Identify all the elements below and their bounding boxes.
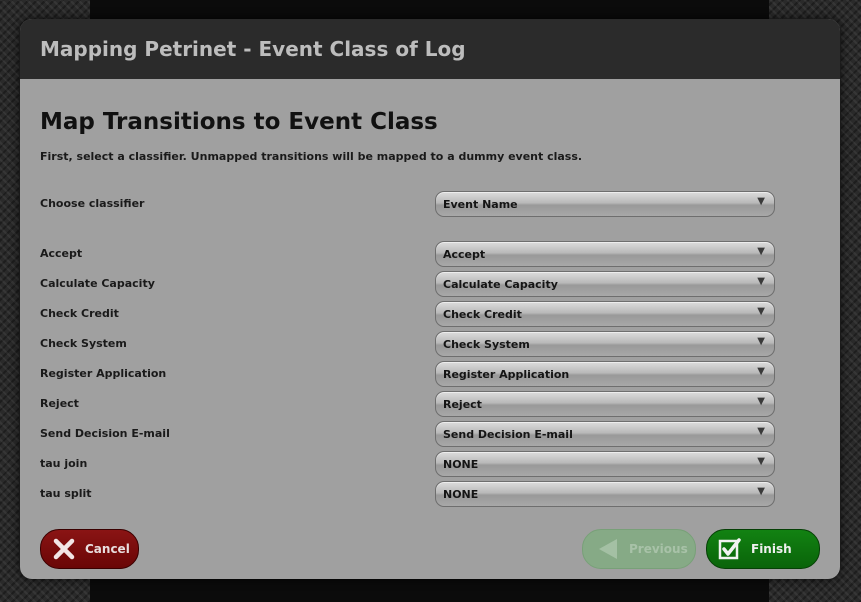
event-class-select[interactable]: Calculate Capacity ▼: [435, 271, 775, 297]
finish-button-label: Finish: [751, 542, 792, 556]
event-class-select-value: Accept: [443, 248, 486, 261]
event-class-select-value: Check System: [443, 338, 530, 351]
dialog-header: Mapping Petrinet - Event Class of Log: [20, 19, 840, 79]
event-class-select-value: Register Application: [443, 368, 570, 381]
mapping-row-tau-split: tau split NONE ▼: [40, 481, 776, 507]
mapping-dialog: Mapping Petrinet - Event Class of Log Ma…: [20, 19, 840, 579]
cancel-button[interactable]: Cancel: [40, 529, 139, 569]
previous-button-label: Previous: [629, 542, 688, 556]
mapping-row-register-application: Register Application Register Applicatio…: [40, 361, 776, 387]
triangle-down-icon: ▼: [757, 456, 765, 467]
mapping-row-accept: Accept Accept ▼: [40, 241, 776, 267]
transition-label: Reject: [40, 397, 79, 410]
transition-label: Check System: [40, 337, 127, 350]
arrow-left-icon: [595, 536, 621, 562]
dialog-title: Mapping Petrinet - Event Class of Log: [40, 37, 466, 61]
x-icon: [51, 536, 77, 562]
event-class-select-value: Reject: [443, 398, 482, 411]
triangle-down-icon: ▼: [757, 426, 765, 437]
triangle-down-icon: ▼: [757, 276, 765, 287]
page-heading: Map Transitions to Event Class: [40, 109, 438, 135]
checkbox-checked-icon: [717, 536, 743, 562]
transition-label: Accept: [40, 247, 83, 260]
event-class-select-value: Calculate Capacity: [443, 278, 558, 291]
transition-label: Send Decision E-mail: [40, 427, 170, 440]
transition-label: Register Application: [40, 367, 167, 380]
instructions-text: First, select a classifier. Unmapped tra…: [40, 150, 583, 163]
classifier-select-value: Event Name: [443, 198, 518, 211]
mapping-row-check-system: Check System Check System ▼: [40, 331, 776, 357]
event-class-select[interactable]: Check Credit ▼: [435, 301, 775, 327]
cancel-button-label: Cancel: [85, 542, 130, 556]
triangle-down-icon: ▼: [757, 246, 765, 257]
transition-label: tau split: [40, 487, 92, 500]
transition-label: tau join: [40, 457, 88, 470]
mapping-row-send-decision-email: Send Decision E-mail Send Decision E-mai…: [40, 421, 776, 447]
event-class-select[interactable]: Register Application ▼: [435, 361, 775, 387]
classifier-row: Choose classifier Event Name ▼: [40, 191, 776, 217]
triangle-down-icon: ▼: [757, 196, 765, 207]
transition-label: Calculate Capacity: [40, 277, 155, 290]
event-class-select-value: NONE: [443, 488, 479, 501]
mapping-row-reject: Reject Reject ▼: [40, 391, 776, 417]
event-class-select-value: Check Credit: [443, 308, 522, 321]
triangle-down-icon: ▼: [757, 366, 765, 377]
triangle-down-icon: ▼: [757, 306, 765, 317]
event-class-select[interactable]: Check System ▼: [435, 331, 775, 357]
event-class-select[interactable]: NONE ▼: [435, 451, 775, 477]
finish-button[interactable]: Finish: [706, 529, 820, 569]
event-class-select-value: NONE: [443, 458, 479, 471]
event-class-select[interactable]: NONE ▼: [435, 481, 775, 507]
classifier-label: Choose classifier: [40, 197, 145, 210]
event-class-select-value: Send Decision E-mail: [443, 428, 573, 441]
mapping-row-calculate-capacity: Calculate Capacity Calculate Capacity ▼: [40, 271, 776, 297]
event-class-select[interactable]: Send Decision E-mail ▼: [435, 421, 775, 447]
transition-label: Check Credit: [40, 307, 119, 320]
mapping-row-check-credit: Check Credit Check Credit ▼: [40, 301, 776, 327]
triangle-down-icon: ▼: [757, 396, 765, 407]
triangle-down-icon: ▼: [757, 486, 765, 497]
event-class-select[interactable]: Reject ▼: [435, 391, 775, 417]
classifier-select[interactable]: Event Name ▼: [435, 191, 775, 217]
triangle-down-icon: ▼: [757, 336, 765, 347]
previous-button[interactable]: Previous: [582, 529, 696, 569]
event-class-select[interactable]: Accept ▼: [435, 241, 775, 267]
mapping-row-tau-join: tau join NONE ▼: [40, 451, 776, 477]
